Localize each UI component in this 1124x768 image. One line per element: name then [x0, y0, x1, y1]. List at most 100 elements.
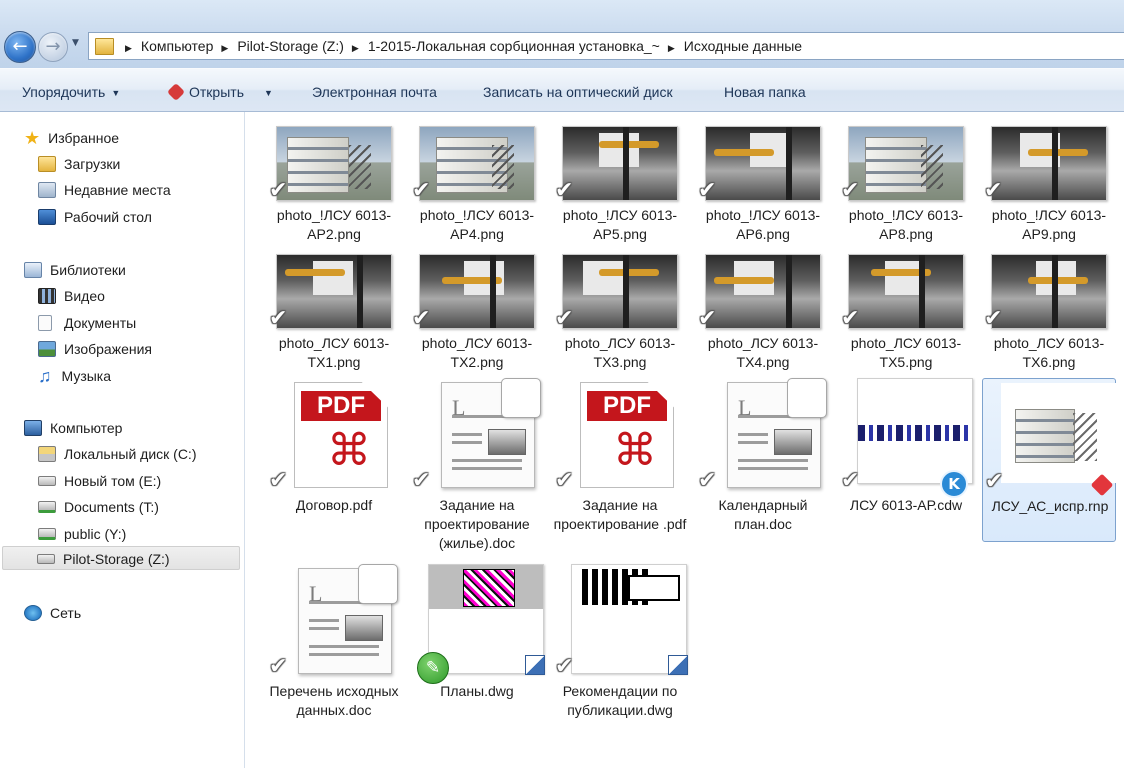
pipe-shape [599, 141, 659, 148]
text-line [452, 441, 482, 444]
file-type-icon: PDF ⌘ [562, 378, 678, 490]
autocad-badge-icon [668, 655, 688, 675]
system-drive-icon [38, 446, 56, 462]
checkmark-icon: ✔ [841, 178, 860, 203]
text-line [452, 459, 522, 462]
file-name: photo_!ЛСУ 6013-АР6.png [705, 207, 821, 242]
file-name: Задание на проектирование .pdf [553, 497, 687, 532]
checkmark-icon: ✔ [841, 468, 860, 493]
beam-shape [490, 255, 496, 328]
nav-item-drive-y[interactable]: public (Y:) [38, 522, 126, 546]
forward-button[interactable]: → [38, 32, 68, 62]
pdf-label: PDF [587, 391, 667, 421]
nav-label: Локальный диск (C:) [64, 446, 197, 462]
chevron-right-icon[interactable]: ▶ [221, 43, 228, 53]
breadcrumb-item[interactable]: Исходные данные [684, 38, 802, 54]
thumbnail-image [562, 126, 678, 201]
chevron-right-icon[interactable]: ▶ [352, 43, 359, 53]
file-item[interactable]: ✔ Рекомендации по публикации.dwg [553, 564, 688, 744]
pipe-shape [714, 277, 774, 284]
doc-checkbox-overlay [787, 378, 827, 418]
nav-network[interactable]: Сеть [24, 601, 81, 625]
doc-checkbox-overlay [358, 564, 398, 604]
nav-label: Новый том (E:) [64, 473, 162, 489]
checkmark-icon: ✔ [555, 654, 574, 679]
nav-label: Pilot-Storage (Z:) [63, 551, 170, 567]
wall-shape [313, 261, 353, 295]
file-type-icon: ✎ [417, 564, 545, 684]
nav-item-documents[interactable]: Документы [38, 311, 136, 335]
nav-label: Изображения [64, 341, 152, 357]
open-with-dropdown[interactable]: ▼ [258, 69, 273, 112]
open-button[interactable]: Открыть [166, 69, 244, 112]
checkmark-icon: ✔ [555, 178, 574, 203]
documents-library-icon [38, 315, 52, 331]
address-box[interactable]: ▶ Компьютер ▶ Pilot-Storage (Z:) ▶ 1-2015-Лок… [88, 32, 1124, 60]
nav-item-drive-c[interactable]: Локальный диск (C:) [38, 442, 197, 466]
nav-item-recent-places[interactable]: Недавние места [38, 178, 171, 202]
nav-label: Видео [64, 288, 105, 304]
video-library-icon [38, 288, 56, 304]
back-button[interactable]: ← [4, 31, 36, 63]
drive-icon [38, 476, 56, 486]
nav-item-desktop[interactable]: Рабочий стол [38, 205, 152, 229]
nav-item-music[interactable]: ♫ Музыка [38, 364, 111, 388]
file-item[interactable]: ✎ Планы.dwg [410, 564, 545, 744]
beam-shape [357, 255, 363, 328]
breadcrumb-item[interactable]: 1-2015-Локальная сорбционная установка_~ [368, 38, 660, 54]
cdw-thumbnail [857, 378, 973, 484]
text-line [309, 653, 379, 656]
thumbnail-image [562, 254, 678, 329]
file-name: ЛСУ_АС_испр.rnp [991, 498, 1109, 514]
file-type-icon: L [705, 378, 827, 490]
file-item[interactable]: PDF ⌘ ✔ Задание на проектирование .pdf [553, 378, 687, 558]
file-name: photo_!ЛСУ 6013-АР2.png [276, 207, 392, 242]
nav-item-video[interactable]: Видео [38, 284, 105, 308]
checkmark-icon: ✔ [412, 306, 431, 331]
checkmark-icon: ✔ [555, 306, 574, 331]
file-item[interactable]: K ✔ ЛСУ 6013-АР.cdw [839, 378, 973, 558]
file-item[interactable]: PDF ⌘ ✔ Договор.pdf [267, 378, 401, 558]
pdf-label: PDF [301, 391, 381, 421]
organize-button[interactable]: Упорядочить ▼ [22, 69, 120, 112]
text-line [738, 467, 808, 470]
file-item[interactable]: L ✔ Перечень исходных данных.doc [267, 564, 401, 744]
beam-shape [1052, 255, 1058, 328]
text-line [452, 467, 522, 470]
file-item[interactable]: L ✔ Календарный план.doc [696, 378, 830, 558]
desktop-icon [38, 209, 56, 225]
nav-favorites[interactable]: ★ Избранное [24, 126, 119, 150]
nav-item-drive-z[interactable]: Pilot-Storage (Z:) [2, 546, 240, 570]
breadcrumb-item[interactable]: Компьютер [141, 38, 213, 54]
nav-item-drive-e[interactable]: Новый том (E:) [38, 469, 161, 493]
nav-item-drive-t[interactable]: Documents (T:) [38, 495, 159, 519]
chevron-right-icon[interactable]: ▶ [668, 43, 675, 53]
chevron-right-icon[interactable]: ▶ [125, 43, 132, 53]
file-name: Договор.pdf [295, 497, 373, 513]
nav-item-downloads[interactable]: Загрузки [38, 152, 120, 176]
stair-shape [921, 145, 943, 189]
nav-libraries[interactable]: Библиотеки [24, 258, 126, 282]
address-bar-area: ← → ▼ ▶ Компьютер ▶ Pilot-Storage (Z:) ▶ 1-20… [0, 0, 1124, 68]
file-type-icon: PDF ⌘ [276, 378, 392, 490]
burn-disc-button[interactable]: Записать на оптический диск [483, 69, 673, 112]
kompas-badge-icon: K [940, 470, 968, 498]
thumbnail-image [991, 126, 1107, 201]
downloads-folder-icon [38, 156, 56, 172]
nav-label: Документы [64, 315, 137, 331]
nav-item-pictures[interactable]: Изображения [38, 337, 152, 361]
recent-pages-dropdown[interactable]: ▼ [72, 38, 79, 48]
network-drive-icon [38, 501, 56, 513]
text-line [309, 627, 339, 630]
file-type-icon: L [276, 564, 398, 676]
breadcrumb-item[interactable]: Pilot-Storage (Z:) [237, 38, 344, 54]
file-item[interactable]: ✔ ЛСУ_АС_испр.rnp [982, 378, 1117, 542]
file-name: photo_!ЛСУ 6013-АР4.png [419, 207, 535, 242]
email-button[interactable]: Электронная почта [312, 69, 437, 112]
checkmark-icon: ✔ [984, 306, 1003, 331]
nav-computer[interactable]: Компьютер [24, 416, 122, 440]
new-folder-button[interactable]: Новая папка [724, 69, 806, 112]
checkmark-icon: ✔ [841, 306, 860, 331]
file-item[interactable]: L ✔ Задание на проектирование (жилье).doc [410, 378, 544, 558]
pipe-shape [714, 149, 774, 156]
